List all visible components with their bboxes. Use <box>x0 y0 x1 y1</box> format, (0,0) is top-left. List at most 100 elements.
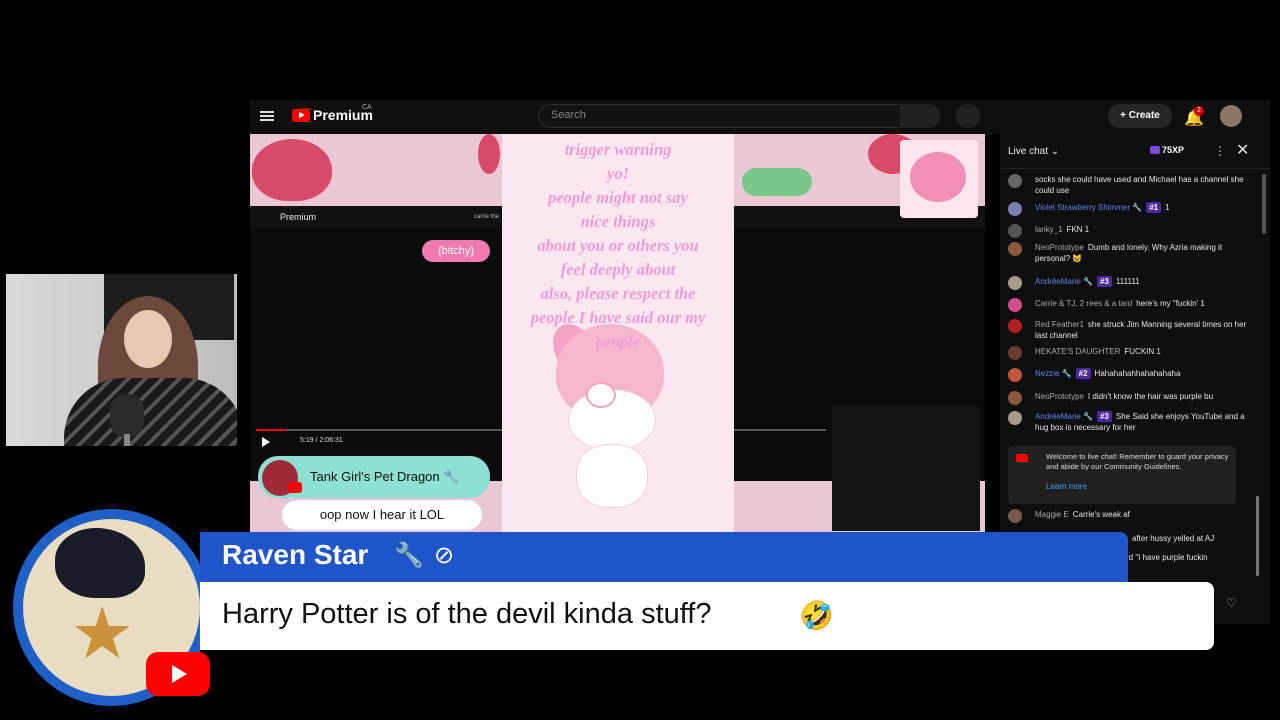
live-chat-dropdown[interactable]: Live chat ⌄ <box>1008 146 1059 157</box>
avatar[interactable] <box>1008 174 1022 188</box>
chat-message-body: lanky_1 FKN 1 <box>1035 224 1250 235</box>
chat-text: here's my "fuckin' 1 <box>1136 299 1205 308</box>
avatar[interactable] <box>1008 242 1022 256</box>
xp-label[interactable]: 75XP <box>1162 145 1184 155</box>
chat-author[interactable]: NeoPrototype <box>1035 243 1084 252</box>
close-icon[interactable]: ✕ <box>1236 140 1249 160</box>
chat-message-body: HEKATE'S DAUGHTER FUCKIN 1 <box>1035 346 1250 357</box>
chat-message-body: NeoPrototype Dumb and lonely. Why Azria m… <box>1035 242 1250 264</box>
trigger-warning-text: trigger warning yo! people might not say… <box>530 140 706 351</box>
time-display: 5:19 / 2:06:31 <box>300 437 343 444</box>
chat-message-body: AndréeMarie 🔧 #3 111111 <box>1035 276 1250 287</box>
chat-text: FUCKIN 1 <box>1124 347 1161 356</box>
chat-author[interactable]: Nezzie 🔧 <box>1035 369 1072 378</box>
superchat-message: oop now I hear it LOL <box>282 500 482 530</box>
more-options-icon[interactable]: ⋮ <box>1214 144 1226 158</box>
inner-brand: Premium <box>280 212 317 222</box>
melody-body-image <box>576 444 648 508</box>
play-icon[interactable] <box>262 437 270 447</box>
chat-text: FKN 1 <box>1066 225 1090 234</box>
tag-label: {bitchy} <box>422 240 490 262</box>
scrollbar[interactable] <box>1262 174 1266 234</box>
chat-message-body: Carrie & TJ, 2 rees & a tard here's my "f… <box>1035 298 1250 309</box>
chat-text: Hahahahahhahahahaha <box>1094 369 1181 378</box>
chat-author[interactable]: Red Feather1 <box>1035 320 1084 329</box>
partial-message: after hussy yelled at AJ <box>1132 534 1215 543</box>
streamer-face <box>124 310 172 368</box>
chat-message-body: AndréeMarie 🔧 #3 She Said she enjoys YouTu… <box>1035 411 1250 433</box>
search-icon[interactable] <box>900 104 940 128</box>
chat-author[interactable]: Carrie & TJ, 2 rees & a tard <box>1035 299 1132 308</box>
avatar[interactable] <box>1008 202 1022 216</box>
inner-search-text: carrie the <box>474 214 500 220</box>
wrench-icon: 🔧 <box>394 542 424 569</box>
progress-fill <box>256 429 286 431</box>
youtube-top-bar: Premium CA Search + Create 🔔 2 <box>250 100 1270 134</box>
avatar[interactable] <box>1008 391 1022 405</box>
xp-icon <box>1150 146 1160 154</box>
chat-author[interactable]: AndréeMarie 🔧 <box>1035 277 1093 286</box>
avatar[interactable] <box>1008 319 1022 333</box>
ban-icon: ⊘ <box>434 542 455 569</box>
chat-message-body: Nezzie 🔧 #2 Hahahahahhahahahaha <box>1035 368 1250 379</box>
chat-text: 111111 <box>1115 277 1140 286</box>
avatar[interactable] <box>1008 276 1022 290</box>
notification-badge: 2 <box>1194 106 1204 116</box>
chat-author[interactable]: NeoPrototype <box>1035 392 1084 401</box>
youtube-icon <box>1016 454 1028 462</box>
chat-text: Carrie's weak af <box>1072 510 1130 519</box>
chat-author[interactable]: AndréeMarie 🔧 <box>1035 412 1093 421</box>
avatar[interactable] <box>1008 509 1022 523</box>
inner-chat-capture <box>832 406 980 531</box>
chat-text: 1 <box>1165 203 1170 212</box>
superchat-author: Tank Girl's Pet Dragon 🔧 <box>310 469 460 484</box>
superchat-overlay: Tank Girl's Pet Dragon 🔧 oop now I hear … <box>258 456 490 530</box>
avatar[interactable] <box>1008 346 1022 360</box>
scrollbar[interactable] <box>1256 496 1259 576</box>
search-input[interactable]: Search <box>538 104 938 128</box>
commenter-message: Harry Potter is of the devil kinda stuff… <box>222 598 712 630</box>
avatar[interactable] <box>1008 298 1022 312</box>
streamer-hoodie <box>64 378 237 446</box>
menu-icon[interactable] <box>260 109 274 123</box>
avatar[interactable] <box>1008 368 1022 382</box>
heart-icon[interactable]: ♡ <box>1226 596 1237 610</box>
chat-text: I didn't know the hair was purple bu <box>1087 392 1214 401</box>
star-icon: ★ <box>70 594 135 674</box>
rank-badge: #2 <box>1075 368 1091 379</box>
learn-more-link[interactable]: Learn more <box>1046 482 1087 491</box>
webcam-feed <box>6 274 237 446</box>
youtube-icon <box>288 482 302 493</box>
rank-badge: #3 <box>1096 276 1112 287</box>
chat-author[interactable]: Maggie E <box>1035 510 1069 519</box>
strawberry-image <box>252 139 332 201</box>
avatar[interactable] <box>1008 224 1022 238</box>
leaf-image <box>742 168 812 196</box>
chat-author[interactable]: Violet Strawberry Shimmer 🔧 <box>1035 203 1142 212</box>
chat-text: socks she could have used and Michael ha… <box>1035 175 1244 195</box>
youtube-logo-icon[interactable] <box>292 109 310 122</box>
create-button[interactable]: + Create <box>1108 104 1172 128</box>
microphone-image <box>110 394 144 438</box>
chat-message-body: Maggie E Carrie's weak af <box>1035 509 1250 520</box>
chat-message-body: Red Feather1 she struck Jim Manning sever… <box>1035 319 1250 341</box>
notice-text: Welcome to live chat! Remember to guard … <box>1046 452 1229 471</box>
melody-image <box>910 152 966 202</box>
strawberry-image <box>478 134 500 174</box>
mic-icon[interactable] <box>956 104 980 128</box>
avatar[interactable] <box>1008 411 1022 425</box>
chat-author[interactable]: HEKATE'S DAUGHTER <box>1035 347 1120 356</box>
brand-country: CA <box>362 104 372 111</box>
rank-badge: #1 <box>1146 202 1162 213</box>
youtube-icon <box>146 652 210 696</box>
partial-message: rd "I have purple fuckin <box>1126 553 1208 562</box>
commenter-name: Raven Star <box>222 539 369 570</box>
chat-message-body: NeoPrototype I didn't know the hair was p… <box>1035 391 1250 402</box>
microphone-stand <box>124 434 130 446</box>
laughing-emoji: 🤣 <box>799 600 834 631</box>
chat-author[interactable]: lanky_1 <box>1035 225 1063 234</box>
chat-message-body: socks she could have used and Michael ha… <box>1035 174 1250 196</box>
avatar[interactable] <box>1220 105 1242 127</box>
flower-image <box>586 382 616 408</box>
rank-badge: #3 <box>1096 411 1112 422</box>
